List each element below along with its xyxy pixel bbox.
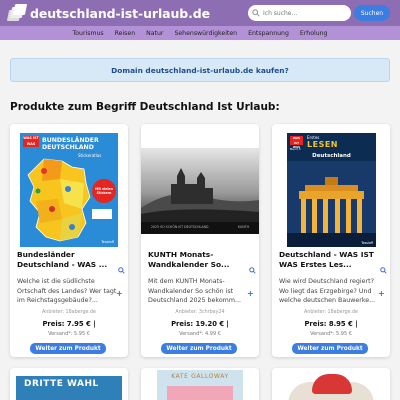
publisher-label: Tessloff (101, 240, 114, 244)
nav-item-erholung[interactable]: Erholung (294, 30, 333, 37)
cover-art (167, 386, 233, 400)
go-to-product-button[interactable]: Weiter zum Produkt (30, 343, 106, 354)
product-shipping: Versand*: 4.99 € (179, 331, 221, 337)
product-card[interactable]: WAS IST WAS BUNDESLÄNDER DEUTSCHLAND Sti… (10, 124, 128, 357)
zoom-icon[interactable] (249, 267, 256, 274)
product-description: Wie wird Deutschland regiert? Wo liegt d… (279, 278, 376, 304)
product-image[interactable]: WAS IST WAS BUNDESLÄNDER DEUTSCHLAND Sti… (20, 133, 118, 247)
magnifier-icon (252, 9, 260, 17)
cover-title: DRITTE WAHL (24, 379, 99, 389)
expand-plus-icon[interactable]: + (378, 289, 385, 298)
product-title[interactable]: Bundesländer Deutschland - WAS ... (17, 250, 117, 270)
cover-lesen: LESEN (307, 140, 338, 149)
main-nav: Tourismus Reisen Natur Sehenswürdigkeite… (0, 26, 400, 40)
product-shipping: Versand*: 5.95 € (310, 331, 352, 337)
product-title[interactable]: KUNTH Monats-Wandkalender So... (148, 250, 248, 270)
go-to-product-button[interactable]: Weiter zum Produkt (292, 343, 368, 354)
product-card[interactable]: KATE GALLOWAY (141, 368, 259, 400)
product-image[interactable]: KATE GALLOWAY (157, 370, 243, 400)
product-card[interactable]: WAS IST WAS Erstes LESEN Band 3 Deutschl… (272, 124, 390, 357)
product-image[interactable]: 2025 SO SCHÖN IST DEUTSCHLAND KUNTH (141, 148, 259, 234)
product-description: Welche ist die südlichste Ortschaft des … (17, 278, 117, 304)
product-seller: Anbieter: 18aberge.de (304, 310, 358, 315)
expand-plus-icon[interactable]: + (247, 289, 254, 298)
publisher-label: Tessloff (361, 241, 373, 245)
product-seller: Anbieter: 3chrbay24 (175, 310, 225, 315)
sticker-sheet (92, 209, 112, 219)
was-ist-was-logo: WAS IST WAS (290, 136, 303, 149)
cover-subtitle: Deutschland (312, 153, 351, 159)
nav-item-entspannung[interactable]: Entspannung (243, 30, 295, 37)
cover-title-line2: DEUTSCHLAND (42, 144, 94, 151)
cover-title-line1: BUNDESLÄNDER (42, 137, 99, 144)
product-image[interactable]: DRITTE WAHL (16, 376, 122, 400)
cover-author: KATE GALLOWAY (171, 373, 229, 380)
was-ist-was-logo: WAS IST WAS (23, 136, 39, 147)
search-box[interactable] (248, 5, 351, 21)
hat-crown (312, 374, 352, 394)
cover-band: Band 3 (290, 147, 301, 151)
product-shipping: Versand*: 5.95 € (48, 331, 90, 337)
product-price: Preis: 8.95 € | (304, 320, 358, 328)
product-card[interactable] (272, 368, 390, 400)
product-description: Mit dem KUNTH Monats-Wandkalender So sch… (148, 278, 241, 304)
site-title[interactable]: deutschland-ist-urlaub.de (30, 6, 210, 21)
calendar-brand: KUNTH (237, 225, 249, 229)
brandenburg-gate-illustration (287, 161, 376, 247)
germany-map-illustration (27, 158, 91, 242)
nav-item-sehenswuerdigkeiten[interactable]: Sehenswürdigkeiten (169, 30, 243, 37)
product-price: Preis: 7.95 € | (42, 320, 96, 328)
castle-photo (141, 148, 259, 222)
domain-sale-banner[interactable]: Domain deutschland-ist-urlaub.de kaufen? (10, 58, 390, 82)
zoom-icon[interactable] (380, 267, 387, 274)
go-to-product-button[interactable]: Weiter zum Produkt (161, 343, 237, 354)
search-input[interactable] (263, 9, 343, 17)
product-price: Preis: 19.20 € | (171, 320, 229, 328)
product-title[interactable]: Deutschland - WAS IST WAS Erstes Les... (279, 250, 379, 270)
product-image[interactable]: WAS IST WAS Erstes LESEN Band 3 Deutschl… (287, 133, 376, 247)
sticker-badge: Mit vielen Stickern (92, 179, 116, 203)
site-header: deutschland-ist-urlaub.de Suchen (0, 0, 400, 26)
search-button[interactable]: Suchen (354, 5, 390, 21)
product-card[interactable]: DRITTE WAHL (10, 368, 128, 400)
product-seller: Anbieter: 18aberge.de (42, 310, 96, 315)
expand-plus-icon[interactable]: + (116, 289, 123, 298)
zoom-icon[interactable] (118, 267, 125, 274)
calendar-caption: 2025 SO SCHÖN IST DEUTSCHLAND (151, 225, 209, 229)
section-title: Produkte zum Begriff Deutschland Ist Url… (10, 101, 280, 113)
stacked-pages-logo-icon[interactable] (6, 4, 28, 22)
castle-illustration (141, 168, 259, 222)
nav-item-tourismus[interactable]: Tourismus (67, 30, 109, 37)
product-image[interactable] (278, 372, 384, 400)
nav-item-reisen[interactable]: Reisen (109, 30, 141, 37)
nav-item-natur[interactable]: Natur (141, 30, 169, 37)
product-card[interactable]: 2025 SO SCHÖN IST DEUTSCHLAND KUNTH KUNT… (141, 124, 259, 357)
